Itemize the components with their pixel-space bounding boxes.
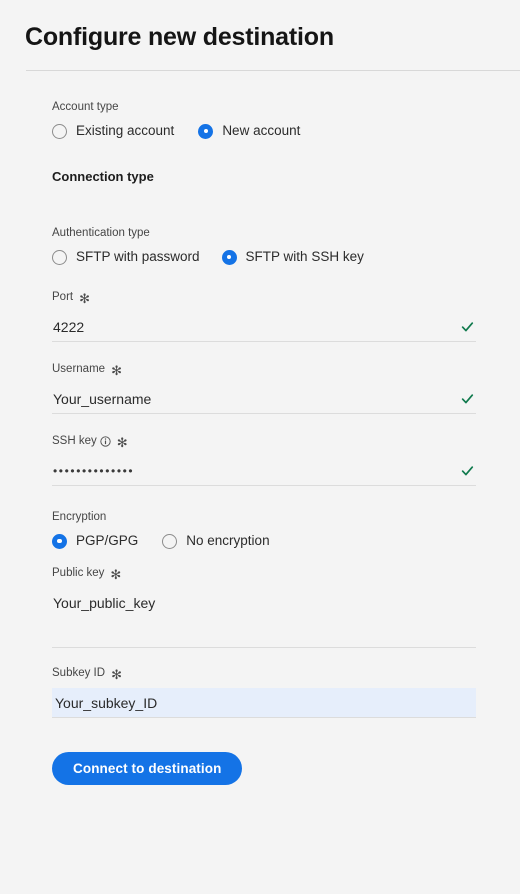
authentication-type-radio-group[interactable]: SFTP with password SFTP with SSH key (52, 248, 476, 266)
radio-new-account-label: New account (222, 123, 301, 138)
required-asterisk-icon: ✻ (116, 434, 128, 450)
radio-pgp-gpg-label: PGP/GPG (76, 533, 139, 548)
radio-circle-selected-icon (221, 249, 237, 265)
port-label: Port ✻ (52, 290, 476, 305)
radio-circle-icon (162, 533, 178, 549)
connection-type-heading: Connection type (52, 169, 154, 184)
account-type-label-text: Account type (52, 101, 119, 113)
authentication-type-label-text: Authentication type (52, 227, 150, 239)
radio-circle-selected-icon (198, 123, 214, 139)
radio-existing-account-label: Existing account (76, 123, 175, 138)
encryption-label-text: Encryption (52, 511, 107, 523)
username-value: Your_username (53, 390, 152, 407)
port-input[interactable]: 4222 (52, 312, 476, 341)
check-icon (461, 392, 474, 405)
radio-circle-selected-icon (52, 533, 67, 549)
account-type-radio-group[interactable]: Existing account New account (52, 122, 476, 140)
destination-form: Account type Existing account New accoun… (52, 100, 476, 785)
subkey-id-label-text: Subkey ID (52, 667, 106, 679)
public-key-label: Public key ✻ (52, 566, 476, 581)
check-icon (461, 320, 474, 333)
port-label-text: Port (52, 291, 74, 303)
radio-circle-icon (52, 123, 67, 139)
radio-sftp-ssh-key-label: SFTP with SSH key (245, 249, 364, 264)
required-asterisk-icon: ✻ (111, 666, 122, 682)
required-asterisk-icon: ✻ (79, 290, 90, 306)
ssh-key-label: SSH key ✻ (52, 434, 476, 449)
public-key-label-text: Public key (52, 567, 105, 579)
radio-existing-account[interactable]: Existing account (52, 122, 174, 140)
encryption-radio-group[interactable]: PGP/GPG No encryption (52, 532, 476, 550)
port-value: 4222 (53, 318, 85, 335)
account-type-label: Account type (52, 100, 476, 115)
radio-circle-icon (52, 249, 67, 265)
check-icon (461, 464, 474, 477)
username-label-text: Username (52, 363, 106, 375)
configure-destination-page: Configure new destination Account type E… (0, 0, 520, 894)
ssh-key-value: •••••••••••••• (53, 463, 135, 478)
encryption-label: Encryption (52, 510, 476, 525)
username-label: Username ✻ (52, 362, 476, 377)
subkey-id-input[interactable]: Your_subkey_ID (52, 688, 476, 717)
required-asterisk-icon: ✻ (111, 362, 122, 378)
username-input[interactable]: Your_username (52, 384, 476, 413)
radio-sftp-password-label: SFTP with password (76, 249, 200, 264)
radio-no-encryption[interactable]: No encryption (162, 532, 270, 550)
required-asterisk-icon: ✻ (110, 566, 122, 582)
subkey-id-value: Your_subkey_ID (55, 694, 158, 711)
subkey-id-label: Subkey ID ✻ (52, 666, 476, 681)
info-icon[interactable] (100, 436, 111, 447)
radio-pgp-gpg[interactable]: PGP/GPG (52, 532, 138, 550)
ssh-key-input[interactable]: •••••••••••••• (52, 456, 476, 485)
ssh-key-label-text: SSH key (52, 435, 97, 447)
radio-no-encryption-label: No encryption (186, 533, 270, 548)
radio-sftp-ssh-key[interactable]: SFTP with SSH key (221, 248, 364, 266)
radio-sftp-password[interactable]: SFTP with password (52, 248, 200, 266)
header-divider (26, 70, 520, 71)
connect-to-destination-button[interactable]: Connect to destination (52, 752, 243, 785)
public-key-input[interactable]: Your_public_key (52, 588, 476, 617)
radio-new-account[interactable]: New account (198, 122, 300, 140)
public-key-value: Your_public_key (53, 594, 156, 611)
authentication-type-label: Authentication type (52, 226, 476, 241)
page-title: Configure new destination (25, 23, 334, 51)
